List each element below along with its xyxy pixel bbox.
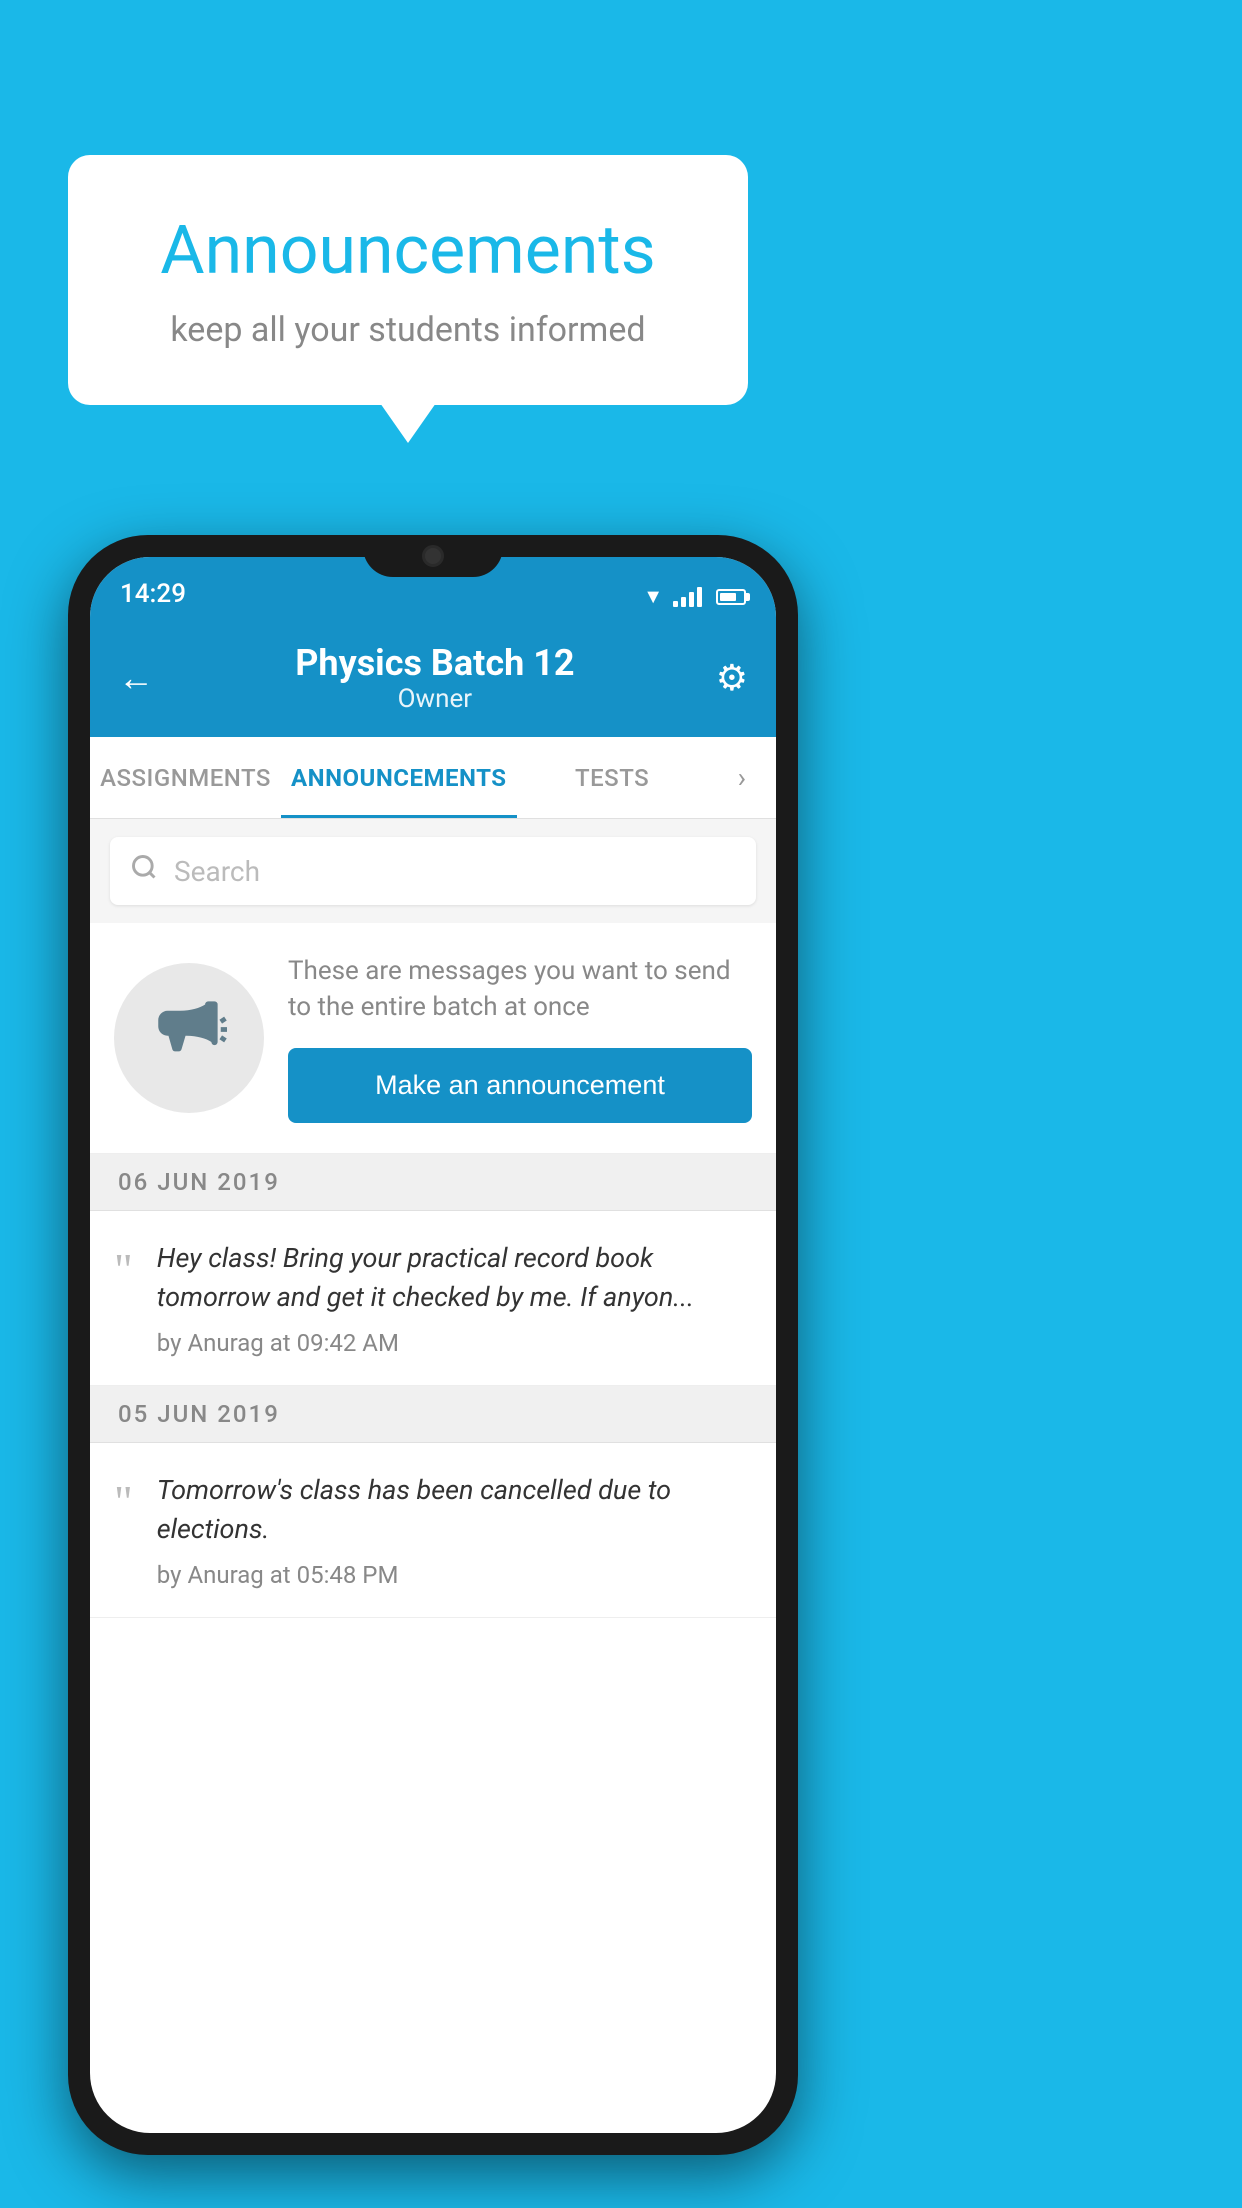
header-title-container: Physics Batch 12 Owner: [295, 642, 574, 714]
status-icons: ▼: [643, 584, 746, 609]
wifi-icon: ▼: [643, 584, 663, 609]
announcement-text-1: Tomorrow's class has been cancelled due …: [157, 1471, 752, 1549]
tab-tests[interactable]: TESTS: [517, 737, 708, 818]
make-announcement-button[interactable]: Make an announcement: [288, 1048, 752, 1123]
header-title: Physics Batch 12: [295, 642, 574, 684]
quote-icon-1: ": [114, 1479, 133, 1525]
announcement-content-0: Hey class! Bring your practical record b…: [157, 1239, 752, 1357]
announcement-item-1[interactable]: " Tomorrow's class has been cancelled du…: [90, 1443, 776, 1618]
bubble-card: Announcements keep all your students inf…: [68, 155, 748, 405]
status-time: 14:29: [120, 579, 186, 609]
back-button[interactable]: ←: [118, 657, 154, 699]
announcement-text-0: Hey class! Bring your practical record b…: [157, 1239, 752, 1317]
announcement-right: These are messages you want to send to t…: [288, 953, 752, 1123]
bubble-subtitle: keep all your students informed: [118, 310, 698, 350]
search-bar[interactable]: Search: [110, 837, 756, 905]
date-separator-0: 06 JUN 2019: [90, 1154, 776, 1211]
phone-notch: [363, 535, 503, 577]
speech-bubble: Announcements keep all your students inf…: [68, 155, 748, 405]
tab-announcements[interactable]: ANNOUNCEMENTS: [281, 737, 517, 818]
phone-outer: 14:29 ▼: [68, 535, 798, 2155]
tab-assignments[interactable]: ASSIGNMENTS: [90, 737, 281, 818]
bubble-title: Announcements: [118, 210, 698, 290]
date-separator-1: 05 JUN 2019: [90, 1386, 776, 1443]
search-container: Search: [90, 819, 776, 923]
announcement-item-0[interactable]: " Hey class! Bring your practical record…: [90, 1211, 776, 1386]
announcement-meta-1: by Anurag at 05:48 PM: [157, 1561, 752, 1589]
quote-icon-0: ": [114, 1247, 133, 1293]
announcement-content-1: Tomorrow's class has been cancelled due …: [157, 1471, 752, 1589]
tabs-container: ASSIGNMENTS ANNOUNCEMENTS TESTS ›: [90, 737, 776, 819]
header-subtitle: Owner: [295, 684, 574, 714]
search-icon: [130, 853, 158, 889]
phone-screen: 14:29 ▼: [90, 557, 776, 2133]
gear-icon[interactable]: ⚙: [716, 657, 748, 699]
signal-icon: [673, 587, 702, 607]
megaphone-icon: [152, 992, 227, 1083]
tab-more[interactable]: ›: [708, 761, 776, 794]
search-input-placeholder: Search: [174, 855, 260, 888]
phone-camera: [422, 545, 444, 567]
announcement-desc: These are messages you want to send to t…: [288, 953, 752, 1026]
phone: 14:29 ▼: [68, 535, 798, 2155]
battery-icon: [716, 589, 746, 605]
battery-fill: [720, 593, 736, 601]
app-header: ← Physics Batch 12 Owner ⚙: [90, 619, 776, 737]
megaphone-circle: [114, 963, 264, 1113]
announcement-prompt: These are messages you want to send to t…: [90, 923, 776, 1154]
announcement-meta-0: by Anurag at 09:42 AM: [157, 1329, 752, 1357]
